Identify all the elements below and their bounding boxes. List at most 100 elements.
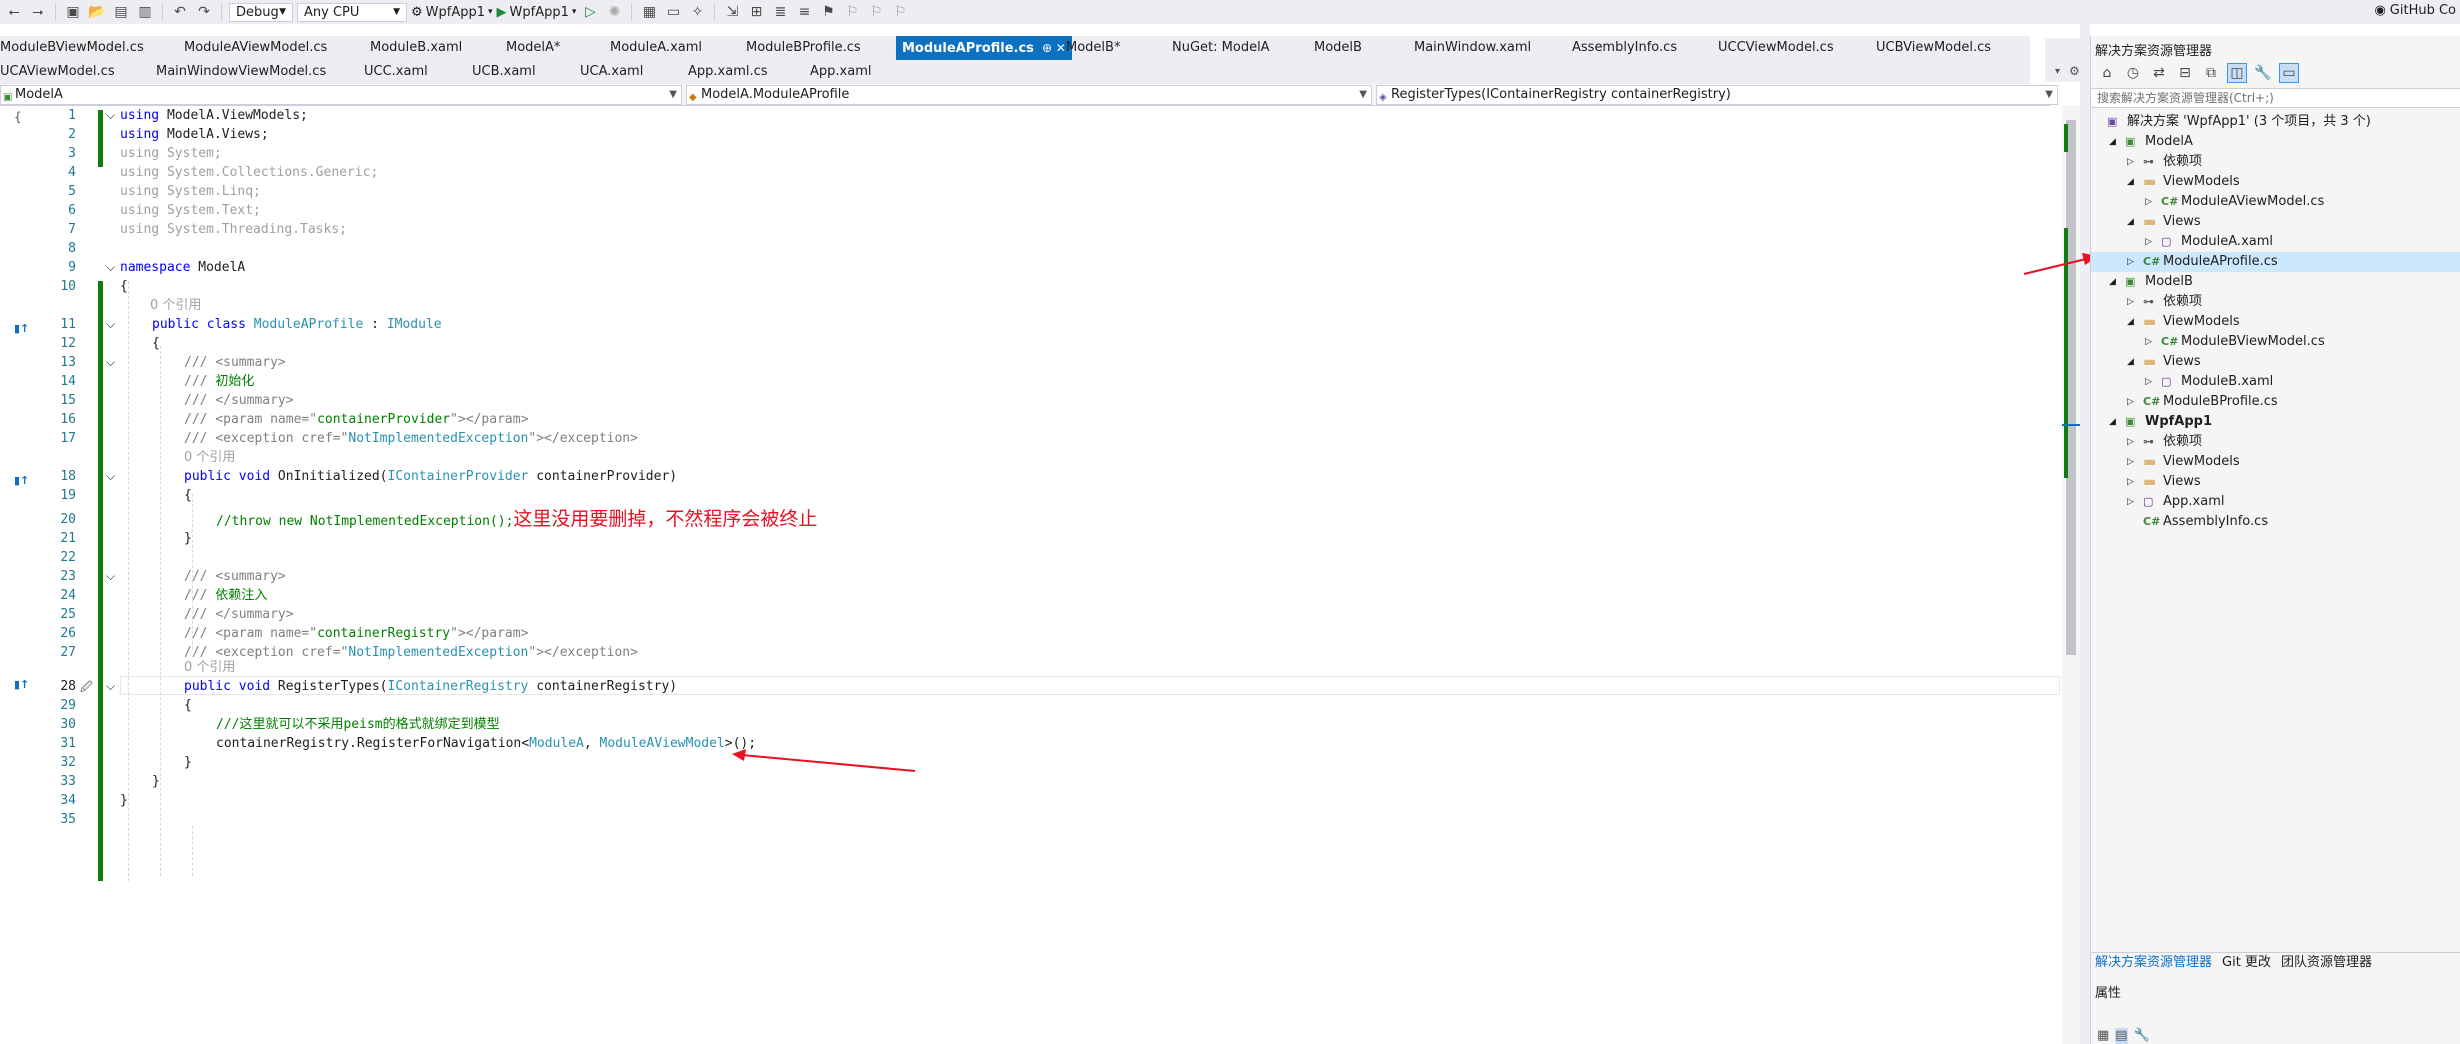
tree-item[interactable]: ▷ C# ModuleBProfile.cs	[2091, 392, 2460, 412]
tab-assemblyinfo[interactable]: AssemblyInfo.cs	[1572, 36, 1677, 60]
fold-chevron-icon[interactable]: ⌵	[106, 317, 118, 332]
tab-git-changes[interactable]: Git 更改	[2222, 953, 2271, 972]
undo-icon[interactable]: ↶	[170, 2, 190, 22]
tab-uca-xaml[interactable]: UCA.xaml	[580, 60, 643, 84]
switch-views-icon[interactable]: ◫	[2227, 63, 2247, 83]
platform-dropdown[interactable]: Any CPU ▼	[297, 2, 407, 22]
home-icon[interactable]: ⌂	[2097, 63, 2117, 83]
tab-ucaviewmodel[interactable]: UCAViewModel.cs	[0, 60, 115, 84]
categorized-icon[interactable]: ▦	[2097, 1028, 2109, 1044]
collapsed-arrow-icon[interactable]: ▷	[2127, 472, 2134, 492]
tab-moduleaprofile[interactable]: ModuleAProfile.cs ⊕ ✕	[896, 36, 1072, 60]
tree-item[interactable]: ▣ 解决方案 'WpfApp1' (3 个项目，共 3 个)	[2091, 112, 2460, 132]
pin-close-icons[interactable]: ⊕ ✕	[1042, 41, 1066, 55]
collapsed-arrow-icon[interactable]: ▷	[2127, 392, 2134, 412]
hot-reload-icon[interactable]: ✺	[604, 2, 624, 22]
fold-chevron-icon[interactable]: ⌵	[106, 355, 118, 370]
tab-modela[interactable]: ModelA*	[506, 36, 560, 60]
solution-search-input[interactable]: 搜索解决方案资源管理器(Ctrl+;)	[2091, 88, 2460, 108]
tree-item[interactable]: ▷ ⊶ 依赖项	[2091, 152, 2460, 172]
panel-splitter[interactable]	[2080, 24, 2090, 1044]
tree-item[interactable]: ◢ ▬ ViewModels	[2091, 172, 2460, 192]
codelens-references[interactable]: 0 个引用	[184, 658, 235, 677]
collapsed-arrow-icon[interactable]: ▷	[2145, 232, 2152, 252]
tree-item[interactable]: ◢ ▬ Views	[2091, 352, 2460, 372]
alphabetical-icon[interactable]: ▤	[2115, 1028, 2128, 1044]
tree-item[interactable]: ▷ ▢ ModuleA.xaml	[2091, 232, 2460, 252]
configuration-dropdown[interactable]: Debug ▼	[229, 2, 293, 22]
collapsed-arrow-icon[interactable]: ▷	[2127, 492, 2134, 512]
clear-bookmarks-icon[interactable]: ⚐	[890, 2, 910, 22]
show-all-files-icon[interactable]: ⧉	[2201, 63, 2221, 83]
tab-app-xaml[interactable]: App.xaml	[810, 60, 871, 84]
tab-modulea-xaml[interactable]: ModuleA.xaml	[610, 36, 702, 60]
tree-item[interactable]: ◢ ▣ ModelA	[2091, 132, 2460, 152]
format-icon[interactable]: ⊞	[746, 2, 766, 22]
codelens-references[interactable]: 0 个引用	[184, 448, 235, 467]
fold-chevron-icon[interactable]: ⌵	[106, 108, 118, 123]
collapsed-arrow-icon[interactable]: ▷	[2127, 452, 2134, 472]
collapsed-arrow-icon[interactable]: ▷	[2127, 252, 2134, 272]
open-folder-icon[interactable]: 📂	[87, 2, 107, 22]
tab-solution-explorer[interactable]: 解决方案资源管理器	[2095, 953, 2212, 972]
expanded-arrow-icon[interactable]: ◢	[2127, 172, 2134, 192]
tree-item[interactable]: ▷ ⊶ 依赖项	[2091, 432, 2460, 452]
tree-item[interactable]: ◢ ▬ ViewModels	[2091, 312, 2460, 332]
collapsed-arrow-icon[interactable]: ▷	[2145, 372, 2152, 392]
expanded-arrow-icon[interactable]: ◢	[2109, 412, 2116, 432]
save-icon[interactable]: ▤	[111, 2, 131, 22]
expanded-arrow-icon[interactable]: ◢	[2109, 272, 2116, 292]
properties-wrench-icon[interactable]: 🔧	[2253, 63, 2273, 83]
fold-chevron-icon[interactable]: ⌵	[106, 260, 118, 275]
new-project-icon[interactable]: ▣	[63, 2, 83, 22]
uncomment-icon[interactable]: ≡	[794, 2, 814, 22]
tab-uccviewmodel[interactable]: UCCViewModel.cs	[1718, 36, 1834, 60]
collapsed-arrow-icon[interactable]: ▷	[2145, 332, 2152, 352]
class-dropdown[interactable]: ◆ ModelA.ModuleAProfile ▼	[686, 85, 1372, 105]
tab-moduleb-xaml[interactable]: ModuleB.xaml	[370, 36, 462, 60]
step-icon[interactable]: ⇲	[722, 2, 742, 22]
codelens-references[interactable]: 0 个引用	[150, 296, 201, 315]
collapsed-arrow-icon[interactable]: ▷	[2145, 192, 2152, 212]
expanded-arrow-icon[interactable]: ◢	[2127, 312, 2134, 332]
tab-moduleaviewmodel[interactable]: ModuleAViewModel.cs	[184, 36, 327, 60]
github-copilot-button[interactable]: ◉ GitHub Co	[2374, 3, 2456, 18]
window-layout-icon[interactable]: ▭	[663, 2, 683, 22]
tab-ucbviewmodel[interactable]: UCBViewModel.cs	[1876, 36, 1991, 60]
tree-item[interactable]: ◢ ▣ WpfApp1	[2091, 412, 2460, 432]
expanded-arrow-icon[interactable]: ◢	[2109, 132, 2116, 152]
tree-item[interactable]: ▷ ⊶ 依赖项	[2091, 292, 2460, 312]
tab-team-explorer[interactable]: 团队资源管理器	[2281, 953, 2372, 972]
tree-item[interactable]: ▷ ▬ ViewModels	[2091, 452, 2460, 472]
preview-icon[interactable]: ▭	[2279, 63, 2299, 83]
redo-icon[interactable]: ↷	[194, 2, 214, 22]
tab-mainwindow-xaml[interactable]: MainWindow.xaml	[1414, 36, 1531, 60]
startup-project-dropdown[interactable]: ⚙ WpfApp1 ▾	[411, 5, 493, 20]
tree-item[interactable]: ▷ C# ModuleAViewModel.cs	[2091, 192, 2460, 212]
save-all-icon[interactable]: ▥	[135, 2, 155, 22]
bookmark-icon[interactable]: ⚑	[818, 2, 838, 22]
project-dropdown[interactable]: ▣ ModelA ▼	[0, 85, 682, 105]
start-debugging-button[interactable]: ▶ WpfApp1 ▾	[497, 5, 577, 20]
collapsed-arrow-icon[interactable]: ▷	[2127, 292, 2134, 312]
solution-explorer-icon[interactable]: ▦	[639, 2, 659, 22]
tab-modelb[interactable]: ModelB*	[1066, 36, 1120, 60]
forward-icon[interactable]: ⭢	[28, 2, 48, 22]
tab-modelb-project[interactable]: ModelB	[1314, 36, 1362, 60]
tree-item[interactable]: C# AssemblyInfo.cs	[2091, 512, 2460, 532]
fold-chevron-icon[interactable]: ⌵	[106, 679, 118, 694]
wrench-icon[interactable]: 🔧	[2134, 1028, 2150, 1044]
next-bookmark-icon[interactable]: ⚐	[866, 2, 886, 22]
collapsed-arrow-icon[interactable]: ▷	[2127, 432, 2134, 452]
tree-item[interactable]: ▷ ▢ App.xaml	[2091, 492, 2460, 512]
tab-app-xaml-cs[interactable]: App.xaml.cs	[688, 60, 768, 84]
tab-ucb-xaml[interactable]: UCB.xaml	[472, 60, 536, 84]
fold-chevron-icon[interactable]: ⌵	[106, 569, 118, 584]
sync-icon[interactable]: ⇄	[2149, 63, 2169, 83]
comment-icon[interactable]: ≣	[770, 2, 790, 22]
tree-item[interactable]: ▷ C# ModuleAProfile.cs	[2091, 252, 2460, 272]
tab-nuget-modela[interactable]: NuGet: ModelA	[1172, 36, 1270, 60]
tree-item[interactable]: ◢ ▬ Views	[2091, 212, 2460, 232]
expanded-arrow-icon[interactable]: ◢	[2127, 352, 2134, 372]
tab-ucc-xaml[interactable]: UCC.xaml	[364, 60, 428, 84]
